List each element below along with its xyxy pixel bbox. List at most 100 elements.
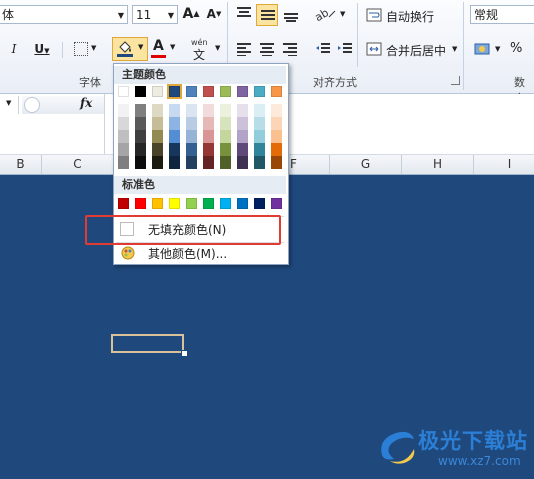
theme-shade-swatch[interactable] [135, 117, 146, 130]
column-header[interactable]: I [474, 155, 534, 174]
theme-shade-swatch[interactable] [203, 156, 214, 169]
theme-shade-swatch[interactable] [254, 156, 265, 169]
theme-shade-swatch[interactable] [203, 143, 214, 156]
theme-shade-swatch[interactable] [254, 104, 265, 117]
align-middle-button[interactable] [256, 4, 278, 26]
italic-button[interactable]: I [6, 39, 22, 59]
theme-color-swatch[interactable] [152, 86, 163, 97]
theme-shade-swatch[interactable] [254, 143, 265, 156]
theme-shade-swatch[interactable] [152, 156, 163, 169]
standard-color-swatch[interactable] [169, 198, 180, 209]
theme-shade-swatch[interactable] [271, 143, 282, 156]
standard-color-swatch[interactable] [152, 198, 163, 209]
align-top-icon[interactable] [236, 6, 252, 20]
theme-shade-swatch[interactable] [152, 104, 163, 117]
underline-button[interactable]: U▼ [30, 39, 54, 59]
theme-shade-swatch[interactable] [186, 117, 197, 130]
theme-color-swatch[interactable] [186, 86, 197, 97]
theme-shade-swatch[interactable] [220, 117, 231, 130]
phonetic-button[interactable]: wén 文 ▼ [191, 38, 223, 62]
theme-color-swatch[interactable] [220, 86, 231, 97]
theme-shade-swatch[interactable] [203, 117, 214, 130]
column-header[interactable]: G [330, 155, 402, 174]
theme-color-swatch[interactable] [167, 84, 182, 99]
theme-shade-swatch[interactable] [220, 130, 231, 143]
theme-shade-swatch[interactable] [220, 104, 231, 117]
standard-color-swatch[interactable] [203, 198, 214, 209]
theme-shade-swatch[interactable] [237, 104, 248, 117]
name-box[interactable]: ▼ [0, 96, 19, 114]
theme-shade-swatch[interactable] [186, 104, 197, 117]
shrink-font-button[interactable]: A▼ [205, 4, 223, 24]
theme-shade-swatch[interactable] [169, 117, 180, 130]
fill-color-button[interactable]: ▼ [112, 37, 148, 61]
theme-shade-swatch[interactable] [135, 130, 146, 143]
theme-shade-swatch[interactable] [169, 104, 180, 117]
standard-color-swatch[interactable] [118, 198, 129, 209]
font-color-button[interactable]: A ▼ [150, 38, 180, 60]
theme-shade-swatch[interactable] [118, 156, 129, 169]
theme-color-swatch[interactable] [271, 86, 282, 97]
standard-color-swatch[interactable] [271, 198, 282, 209]
theme-color-swatch[interactable] [254, 86, 265, 97]
number-format-combo[interactable]: 常规 [470, 5, 534, 24]
standard-color-swatch[interactable] [220, 198, 231, 209]
theme-shade-swatch[interactable] [152, 143, 163, 156]
theme-color-swatch[interactable] [118, 86, 129, 97]
theme-shade-swatch[interactable] [220, 156, 231, 169]
theme-shade-swatch[interactable] [237, 143, 248, 156]
percent-button[interactable]: % [510, 41, 522, 56]
standard-color-swatch[interactable] [135, 198, 146, 209]
theme-shade-swatch[interactable] [271, 156, 282, 169]
theme-shade-swatch[interactable] [220, 143, 231, 156]
align-bottom-icon[interactable] [283, 8, 299, 22]
theme-shade-swatch[interactable] [271, 104, 282, 117]
align-left-icon[interactable] [236, 42, 252, 56]
theme-shade-swatch[interactable] [118, 117, 129, 130]
theme-shade-swatch[interactable] [118, 143, 129, 156]
theme-color-swatch[interactable] [203, 86, 214, 97]
more-colors-item[interactable]: 其他颜色(M)... [116, 244, 284, 262]
theme-shade-swatch[interactable] [152, 117, 163, 130]
theme-shade-swatch[interactable] [135, 104, 146, 117]
border-icon[interactable] [74, 42, 88, 56]
theme-shade-swatch[interactable] [135, 143, 146, 156]
theme-shade-swatch[interactable] [237, 130, 248, 143]
theme-shade-swatch[interactable] [118, 130, 129, 143]
theme-shade-swatch[interactable] [118, 104, 129, 117]
theme-shade-swatch[interactable] [169, 143, 180, 156]
theme-shade-swatch[interactable] [169, 130, 180, 143]
theme-shade-swatch[interactable] [169, 156, 180, 169]
theme-shade-swatch[interactable] [203, 104, 214, 117]
theme-shade-swatch[interactable] [186, 130, 197, 143]
theme-shade-swatch[interactable] [254, 130, 265, 143]
column-header[interactable]: B [0, 155, 42, 174]
increase-indent-icon[interactable] [337, 42, 353, 56]
theme-color-swatch[interactable] [237, 86, 248, 97]
decrease-indent-icon[interactable] [315, 42, 331, 56]
font-name-combo[interactable]: 体 ▼ [0, 5, 128, 24]
font-size-combo[interactable]: 11 ▼ [132, 5, 178, 24]
align-center-icon[interactable] [259, 42, 275, 56]
theme-shade-swatch[interactable] [271, 117, 282, 130]
standard-color-swatch[interactable] [254, 198, 265, 209]
column-header[interactable]: H [402, 155, 474, 174]
theme-shade-swatch[interactable] [135, 156, 146, 169]
theme-shade-swatch[interactable] [186, 156, 197, 169]
dialog-launcher-icon[interactable] [451, 76, 460, 85]
standard-color-swatch[interactable] [237, 198, 248, 209]
fill-handle[interactable] [181, 350, 188, 357]
active-cell[interactable] [111, 334, 184, 353]
theme-color-swatch[interactable] [135, 86, 146, 97]
theme-shade-swatch[interactable] [203, 130, 214, 143]
grow-font-button[interactable]: A▲ [182, 4, 200, 24]
theme-shade-swatch[interactable] [237, 156, 248, 169]
align-right-icon[interactable] [282, 42, 298, 56]
theme-shade-swatch[interactable] [237, 117, 248, 130]
theme-shade-swatch[interactable] [271, 130, 282, 143]
expand-handle[interactable] [24, 97, 40, 113]
theme-shade-swatch[interactable] [254, 117, 265, 130]
theme-shade-swatch[interactable] [186, 143, 197, 156]
currency-icon[interactable] [474, 42, 492, 56]
insert-function-button[interactable]: fx [80, 96, 92, 110]
